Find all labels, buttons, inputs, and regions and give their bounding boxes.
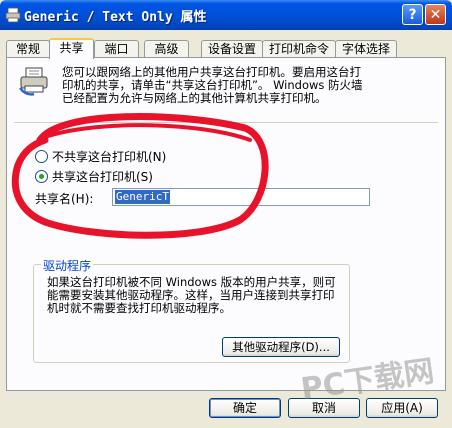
radio-share[interactable]: 共享这台打印机(S) bbox=[35, 168, 153, 184]
radio-share-label: 共享这台打印机(S) bbox=[52, 169, 153, 184]
tab-printer-commands[interactable]: 打印机命令 bbox=[262, 40, 336, 58]
radio-button-checked[interactable] bbox=[35, 169, 48, 183]
drivers-group-title: 驱动程序 bbox=[41, 257, 94, 274]
other-drivers-button[interactable]: 其他驱动程序(D)... bbox=[222, 337, 340, 357]
share-name-value: GenericT bbox=[115, 190, 170, 204]
tab-advanced[interactable]: 高级 bbox=[144, 40, 189, 58]
shared-printer-icon bbox=[19, 67, 48, 96]
tab-font-selection[interactable]: 字体选择 bbox=[335, 40, 397, 58]
tab-ports[interactable]: 端口 bbox=[94, 40, 139, 58]
drivers-info-text: 如果这台打印机被不同 Windows 版本的用户共享，则可能需要安装其他驱动程序… bbox=[47, 275, 336, 315]
window-title: Generic / Text Only 属性 bbox=[24, 10, 207, 25]
ok-button[interactable]: 确定 bbox=[209, 398, 281, 418]
share-name-label: 共享名(H): bbox=[35, 192, 94, 206]
tab-general[interactable]: 常规 bbox=[6, 40, 50, 58]
tab-device-settings[interactable]: 设备设置 bbox=[201, 40, 263, 58]
help-button[interactable]: ? bbox=[402, 4, 423, 25]
radio-button-unchecked[interactable] bbox=[35, 149, 48, 163]
sharing-info-text: 您可以跟网络上的其他用户共享这台打印机。要启用这台打印机的共享，请单击“共享这台… bbox=[62, 65, 363, 105]
tab-sharing[interactable]: 共享 bbox=[49, 38, 94, 59]
title-bar[interactable]: Generic / Text Only 属性 ? ✕ bbox=[0, 0, 452, 30]
close-button[interactable]: ✕ bbox=[425, 4, 446, 25]
share-name-input[interactable]: GenericT bbox=[112, 188, 370, 206]
separator bbox=[14, 122, 438, 124]
radio-no-share[interactable]: 不共享这台打印机(N) bbox=[35, 148, 166, 164]
printer-icon bbox=[5, 7, 21, 23]
apply-button[interactable]: 应用(A) bbox=[366, 398, 438, 418]
radio-no-share-label: 不共享这台打印机(N) bbox=[52, 149, 167, 164]
